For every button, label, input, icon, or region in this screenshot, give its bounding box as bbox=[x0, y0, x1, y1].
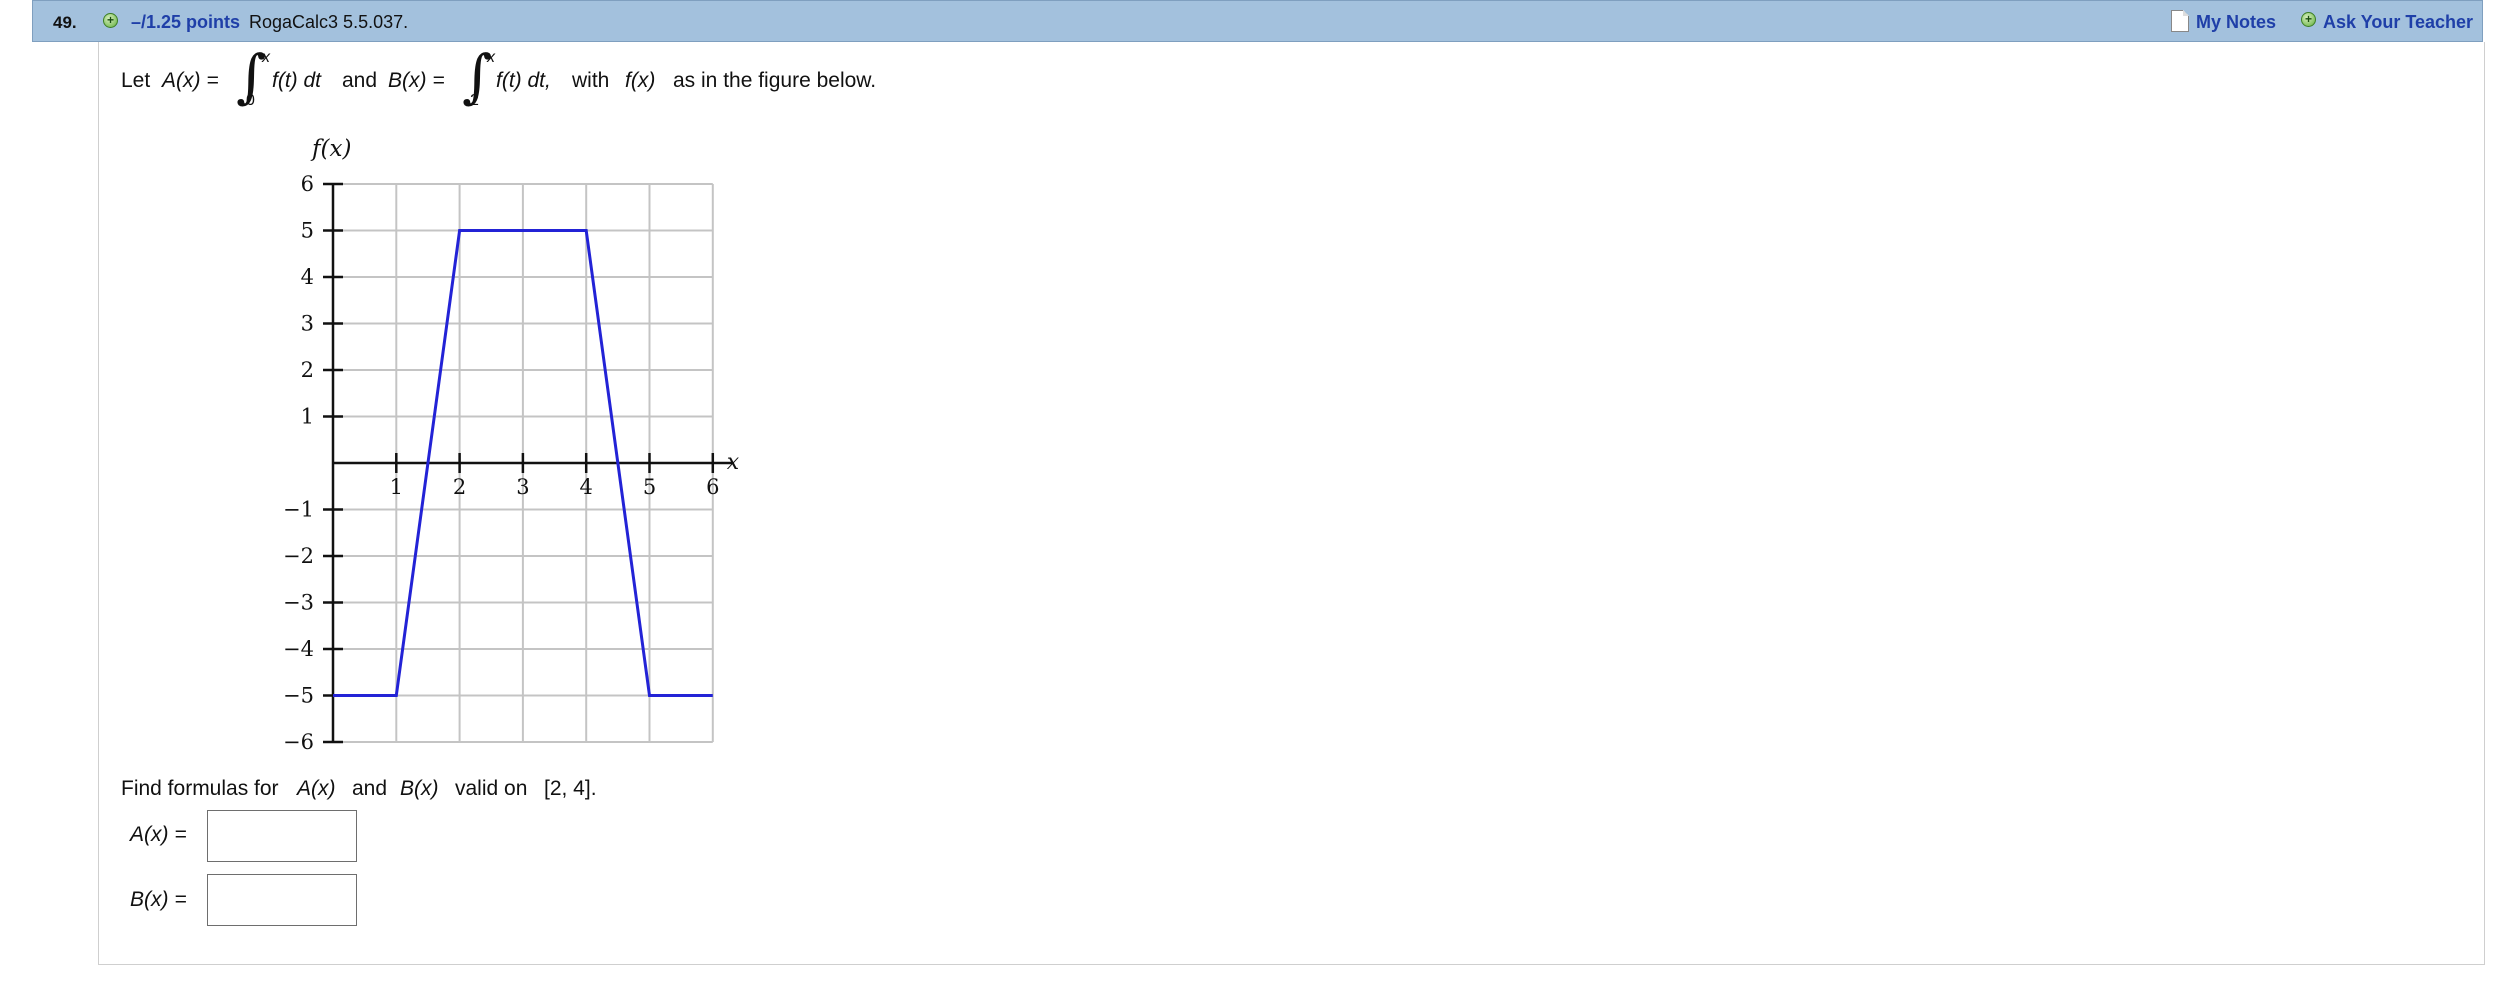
chart-labels: 6 5 4 3 2 1 −1 −2 −3 −4 −5 −6 1 2 3 4 5 6 f(x) x bbox=[283, 136, 740, 754]
prompt-and: and bbox=[342, 69, 378, 92]
x-tick-label: 3 bbox=[516, 475, 529, 499]
find-b: B(x) bbox=[400, 777, 439, 800]
question-header: 49. + –/1.25 points RogaCalc3 5.5.037. M… bbox=[32, 0, 2483, 42]
y-tick-label: −3 bbox=[283, 591, 314, 615]
my-notes-link[interactable]: My Notes bbox=[2196, 12, 2276, 33]
x-tick-label: 6 bbox=[706, 475, 719, 499]
function-graph: 6 5 4 3 2 1 −1 −2 −3 −4 −5 −6 1 2 3 4 5 6 f(x) x bbox=[283, 136, 740, 754]
prompt-let: Let bbox=[121, 69, 151, 92]
chart-axes bbox=[331, 184, 733, 742]
prompt-with: with bbox=[572, 69, 610, 92]
find-a: A(x) bbox=[297, 777, 336, 800]
ask-your-teacher-link[interactable]: Ask Your Teacher bbox=[2323, 12, 2473, 33]
y-tick-label: 4 bbox=[301, 265, 314, 289]
y-tick-label: 1 bbox=[301, 405, 314, 429]
y-tick-label: 3 bbox=[301, 312, 314, 336]
answer-b-input[interactable] bbox=[207, 874, 357, 926]
x-tick-label: 1 bbox=[390, 475, 403, 499]
y-tick-label: −5 bbox=[283, 684, 314, 708]
prompt-b-def: B(x) = bbox=[388, 69, 445, 92]
y-tick-label: 6 bbox=[301, 172, 314, 196]
answer-a-input[interactable] bbox=[207, 810, 357, 862]
prompt-a-def: A(x) = bbox=[162, 69, 219, 92]
ask-teacher-plus-icon[interactable]: + bbox=[2301, 12, 2316, 27]
find-and: and bbox=[352, 777, 388, 800]
y-tick-label: 2 bbox=[301, 358, 314, 382]
notes-icon[interactable] bbox=[2171, 10, 2189, 32]
x-tick-label: 4 bbox=[580, 475, 593, 499]
x-axis-label: x bbox=[727, 450, 740, 475]
answer-a-label: A(x) = bbox=[130, 823, 187, 846]
y-tick-label: −4 bbox=[283, 637, 314, 661]
x-tick-label: 5 bbox=[643, 475, 656, 499]
points-link[interactable]: –/1.25 points bbox=[131, 12, 240, 33]
find-text: Find formulas for bbox=[121, 777, 279, 800]
lower-limit-b: 2 bbox=[470, 92, 479, 109]
y-tick-label: 5 bbox=[301, 219, 314, 243]
upper-limit-a: x bbox=[262, 49, 270, 66]
y-axis-label: f(x) bbox=[310, 136, 351, 162]
y-tick-label: −1 bbox=[283, 498, 314, 522]
question-source: RogaCalc3 5.5.037. bbox=[249, 12, 409, 32]
y-tick-label: −6 bbox=[283, 730, 314, 754]
integrand-a: f(t) dt bbox=[272, 69, 322, 92]
prompt-tail: as in the figure below. bbox=[673, 69, 877, 92]
upper-limit-b: x bbox=[487, 49, 495, 66]
question-number: 49. bbox=[53, 13, 77, 32]
expand-plus-icon[interactable]: + bbox=[103, 13, 118, 28]
find-valid-on: valid on bbox=[455, 777, 528, 800]
find-interval: [2, 4]. bbox=[544, 777, 597, 800]
answer-b-label: B(x) = bbox=[130, 888, 187, 911]
y-tick-label: −2 bbox=[283, 544, 314, 568]
x-tick-label: 2 bbox=[453, 475, 466, 499]
integrand-b: f(t) dt, bbox=[496, 69, 551, 92]
prompt-fx: f(x) bbox=[625, 69, 656, 92]
lower-limit-a: 0 bbox=[246, 92, 255, 109]
